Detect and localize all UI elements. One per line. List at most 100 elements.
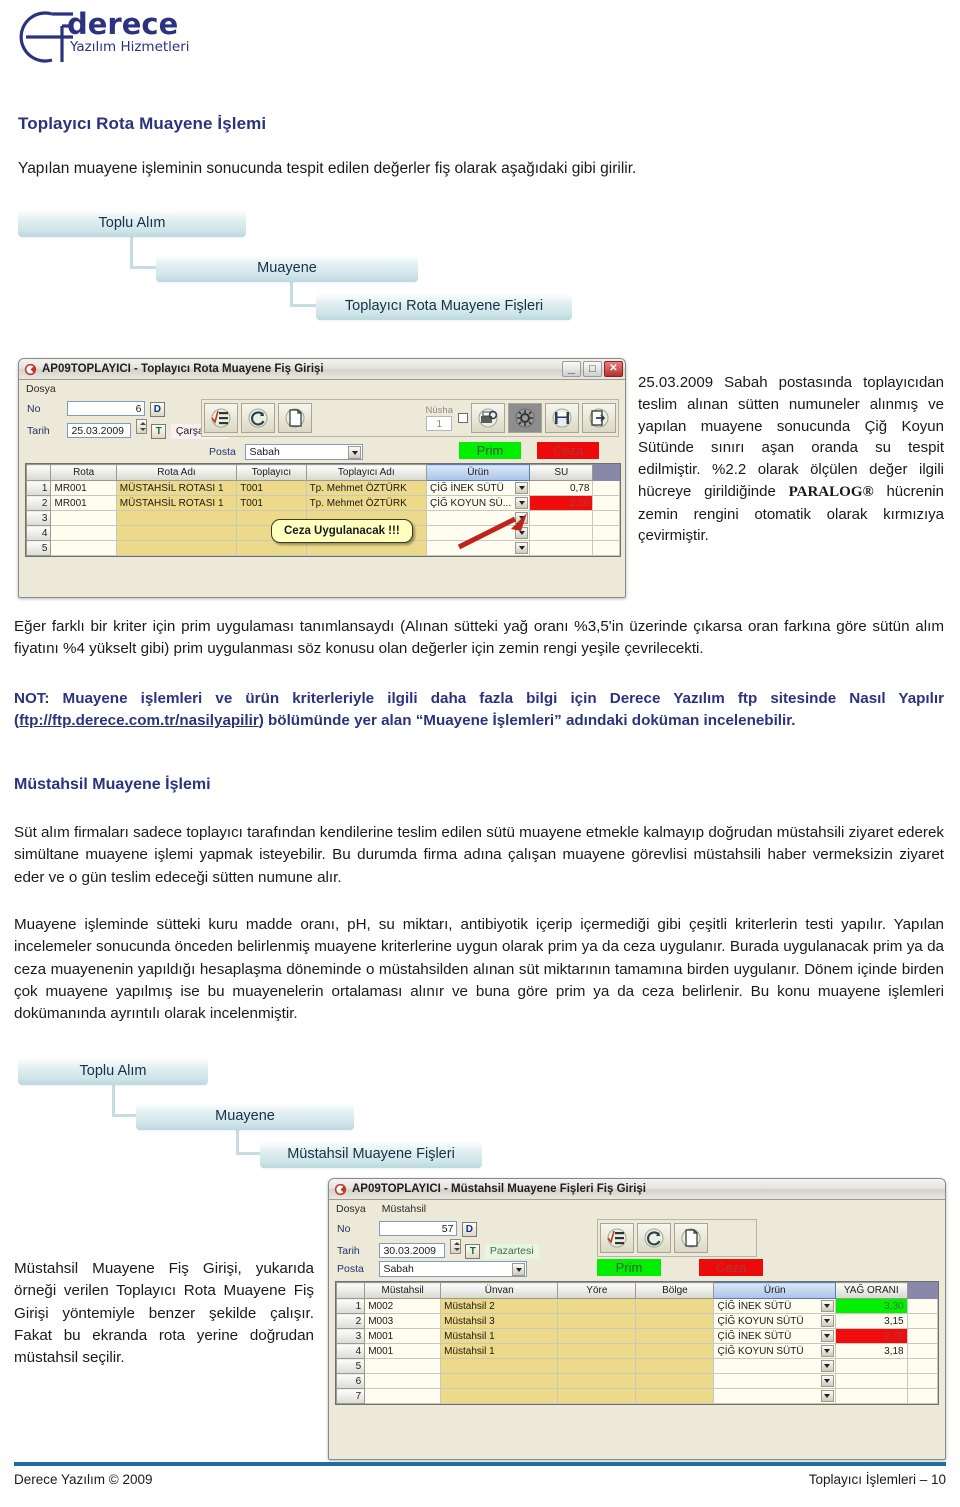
- tarih-t-button[interactable]: T: [151, 424, 167, 439]
- menu-item-dosya[interactable]: Dosya: [26, 383, 56, 395]
- cell-rownum[interactable]: 2: [25, 495, 52, 511]
- cell-rownum[interactable]: 3: [25, 510, 52, 526]
- breadcrumb-top-level3[interactable]: Toplayıcı Rota Muayene Fişleri: [316, 293, 572, 320]
- table-row[interactable]: 6: [335, 1373, 939, 1389]
- menu-item-dosya-bottom[interactable]: Dosya: [336, 1203, 366, 1215]
- cell-yag-orani[interactable]: [834, 1373, 908, 1389]
- cell-toplayici-adi[interactable]: Tp. Mehmet ÖZTÜRK: [305, 495, 427, 511]
- grid-th-mustahsil[interactable]: Müstahsil: [364, 1282, 442, 1299]
- refresh-icon-button-bottom[interactable]: [637, 1223, 671, 1253]
- grid-th-toplayici[interactable]: Toplayıcı: [236, 464, 307, 481]
- cell-bolge[interactable]: [635, 1358, 715, 1374]
- grid-th-rota[interactable]: Rota: [50, 464, 117, 481]
- cell-rota[interactable]: MR001: [50, 480, 117, 496]
- cell-yore[interactable]: [557, 1313, 637, 1329]
- cell-mustahsil[interactable]: [364, 1358, 442, 1374]
- cell-urun[interactable]: [713, 1358, 836, 1374]
- cell-mustahsil[interactable]: [364, 1388, 442, 1404]
- no-d-button[interactable]: D: [149, 402, 165, 417]
- grid-th-toplayici-adi[interactable]: Toplayıcı Adı: [305, 464, 427, 481]
- table-row[interactable]: 5: [335, 1358, 939, 1374]
- cell-rota-adi[interactable]: MÜSTAHSİL ROTASI 1: [115, 480, 238, 496]
- cell-su[interactable]: [529, 540, 594, 556]
- table-row[interactable]: 1 MR001 MÜSTAHSİL ROTASI 1 T001 Tp. Mehmet Ö…: [25, 480, 620, 496]
- table-row[interactable]: 4 M001 Müstahsil 1 ÇİĞ KOYUN SÜTÜ 3,18: [335, 1343, 939, 1359]
- cell-bolge[interactable]: [635, 1373, 715, 1389]
- grid-th-yag-orani[interactable]: YAĞ ORANI: [834, 1282, 908, 1299]
- cell-rota-adi[interactable]: [115, 540, 238, 556]
- cell-su[interactable]: [529, 525, 594, 541]
- cell-unvan[interactable]: [440, 1388, 559, 1404]
- grid-scrollbar[interactable]: [592, 510, 620, 526]
- window-titlebar-bottom[interactable]: AP09TOPLAYICI - Müstahsil Muayene Fişler…: [329, 1179, 945, 1200]
- window-titlebar[interactable]: AP09TOPLAYICI - Toplayıcı Rota Muayene F…: [19, 359, 625, 380]
- cell-rownum[interactable]: 1: [335, 1298, 366, 1314]
- table-row[interactable]: 2 M003 Müstahsil 3 ÇİĞ KOYUN SÜTÜ 3,15: [335, 1313, 939, 1329]
- close-button[interactable]: ✕: [604, 361, 623, 377]
- cell-urun[interactable]: [713, 1388, 836, 1404]
- print-preview-icon-button[interactable]: [471, 403, 505, 433]
- cell-rownum[interactable]: 5: [335, 1358, 366, 1374]
- cell-rownum[interactable]: 7: [335, 1388, 366, 1404]
- cell-rota-adi[interactable]: [115, 525, 238, 541]
- cell-rownum[interactable]: 3: [335, 1328, 366, 1344]
- cell-unvan[interactable]: Müstahsil 3: [440, 1313, 559, 1329]
- ftp-link[interactable]: ftp://ftp.derece.com.tr/nasilyapilir: [19, 712, 259, 729]
- cell-toplayici[interactable]: T001: [236, 480, 307, 496]
- tarih-t-button-bottom[interactable]: T: [465, 1244, 481, 1259]
- settings-gear-icon-button[interactable]: [508, 403, 542, 433]
- cell-rownum[interactable]: 2: [335, 1313, 366, 1329]
- cell-yag-orani[interactable]: 2,78: [834, 1328, 908, 1344]
- grid-scrollbar[interactable]: [906, 1373, 939, 1389]
- chevron-down-icon[interactable]: [515, 482, 529, 494]
- cell-yore[interactable]: [557, 1298, 637, 1314]
- no-input[interactable]: 6: [67, 401, 146, 416]
- grid-th-unvan[interactable]: Ünvan: [440, 1282, 559, 1299]
- table-row[interactable]: 3 M001 Müstahsil 1 ÇİĞ İNEK SÜTÜ 2,78: [335, 1328, 939, 1344]
- cell-unvan[interactable]: [440, 1358, 559, 1374]
- breadcrumb-bottom-level3[interactable]: Müstahsil Muayene Fişleri: [260, 1141, 482, 1168]
- grid-th-urun-b[interactable]: Ürün: [713, 1282, 836, 1299]
- grid-scrollbar[interactable]: [592, 525, 620, 541]
- chevron-down-icon-bottom[interactable]: [512, 1263, 526, 1276]
- cell-urun[interactable]: ÇİĞ İNEK SÜTÜ: [713, 1328, 836, 1344]
- table-row[interactable]: 7: [335, 1388, 939, 1404]
- chevron-down-icon[interactable]: [820, 1315, 834, 1327]
- cell-rownum[interactable]: 4: [335, 1343, 366, 1359]
- list-checkmark-icon-button-bottom[interactable]: [600, 1223, 634, 1253]
- cell-rota[interactable]: MR001: [50, 495, 117, 511]
- cell-urun[interactable]: ÇİĞ İNEK SÜTÜ: [713, 1298, 836, 1314]
- window-menubar[interactable]: Dosya: [19, 380, 625, 397]
- tarih-input[interactable]: 25.03.2009: [67, 423, 132, 438]
- cell-rota[interactable]: [50, 510, 117, 526]
- grid-th-urun[interactable]: Ürün: [425, 464, 531, 481]
- cell-yore[interactable]: [557, 1373, 637, 1389]
- mustahsil-muayene-window[interactable]: AP09TOPLAYICI - Müstahsil Muayene Fişler…: [328, 1178, 946, 1460]
- cell-rota-adi[interactable]: MÜSTAHSİL ROTASI 1: [115, 495, 238, 511]
- cell-yag-orani[interactable]: 3,18: [834, 1343, 908, 1359]
- cell-unvan[interactable]: Müstahsil 1: [440, 1328, 559, 1344]
- save-icon-button[interactable]: [545, 403, 579, 433]
- cell-mustahsil[interactable]: M002: [364, 1298, 442, 1314]
- cell-rota[interactable]: [50, 525, 117, 541]
- cell-yore[interactable]: [557, 1388, 637, 1404]
- table-row[interactable]: 1 M002 Müstahsil 2 ÇİĞ İNEK SÜTÜ 3,30: [335, 1298, 939, 1314]
- cell-bolge[interactable]: [635, 1343, 715, 1359]
- new-document-icon-button[interactable]: [278, 403, 312, 433]
- menu-item-mustahsil[interactable]: Müstahsil: [382, 1203, 426, 1215]
- cell-bolge[interactable]: [635, 1313, 715, 1329]
- grid-th-yore[interactable]: Yöre: [557, 1282, 637, 1299]
- minimize-button[interactable]: _: [562, 361, 581, 377]
- cell-toplayici[interactable]: T001: [236, 495, 307, 511]
- cell-yore[interactable]: [557, 1328, 637, 1344]
- tarih-spinner-bottom[interactable]: [449, 1239, 461, 1254]
- cell-unvan[interactable]: Müstahsil 1: [440, 1343, 559, 1359]
- list-checkmark-icon-button[interactable]: [204, 403, 238, 433]
- grid-scrollbar[interactable]: [906, 1388, 939, 1404]
- chevron-down-icon[interactable]: [820, 1360, 834, 1372]
- cell-mustahsil[interactable]: [364, 1373, 442, 1389]
- grid-scrollbar[interactable]: [906, 1358, 939, 1374]
- cell-yag-orani[interactable]: 3,30: [834, 1298, 908, 1314]
- new-document-icon-button-bottom[interactable]: [674, 1223, 708, 1253]
- tarih-input-bottom[interactable]: 30.03.2009: [379, 1243, 446, 1258]
